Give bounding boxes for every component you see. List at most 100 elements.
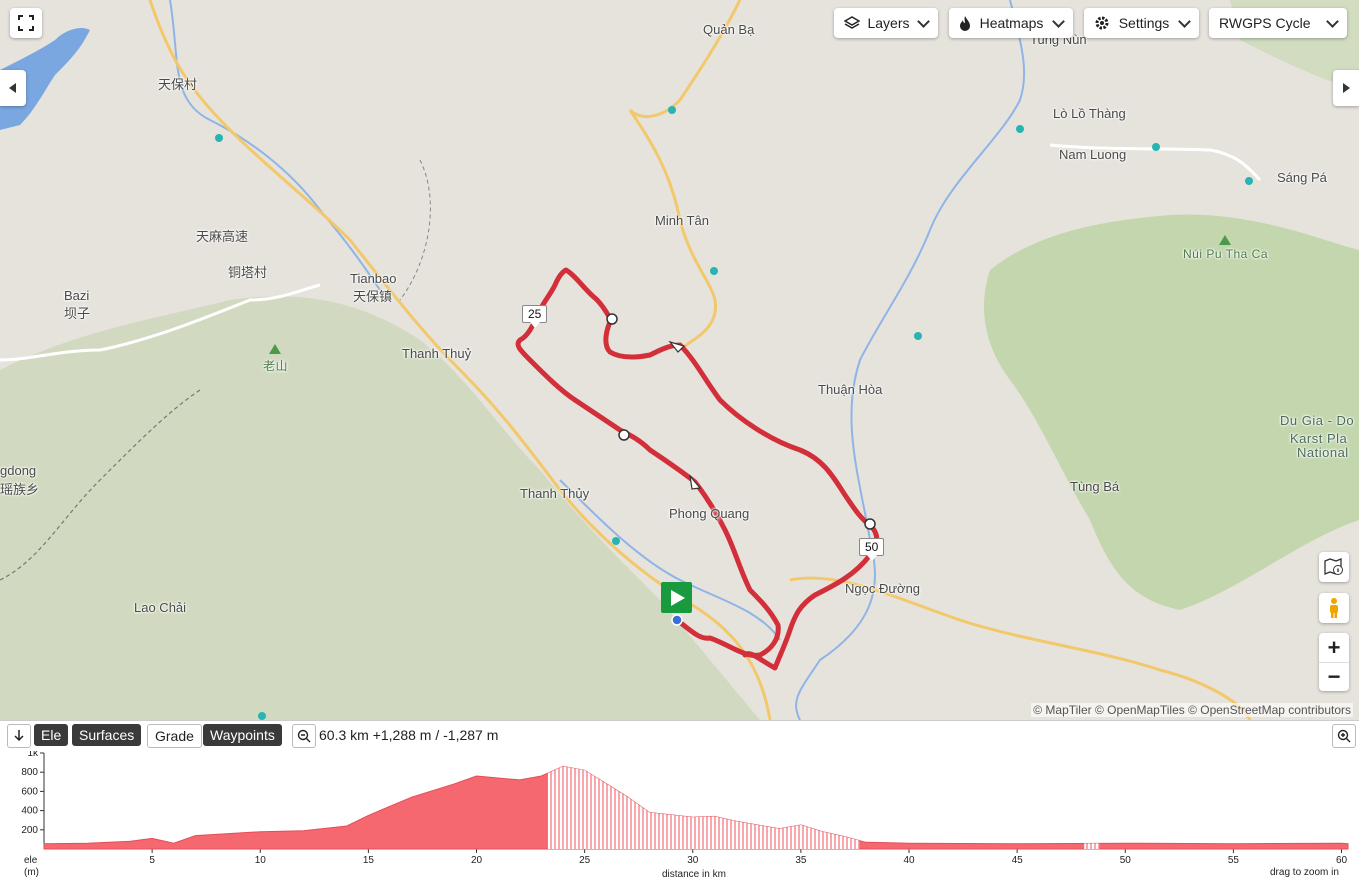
route-marker-50[interactable]: 50: [859, 538, 885, 561]
heatmaps-label: Heatmaps: [979, 15, 1044, 31]
tab-surfaces[interactable]: Surfaces: [72, 724, 142, 746]
x-tick-label: 20: [471, 855, 483, 866]
flame-icon: [960, 16, 970, 31]
map-label: 瑶族乡: [0, 482, 40, 497]
map-label: gdong: [0, 463, 37, 478]
map-attribution[interactable]: © MapTiler © OpenMapTiles © OpenStreetMa…: [1031, 703, 1353, 717]
x-tick-label: 10: [255, 855, 267, 866]
map-label: Minh Tân: [655, 213, 709, 228]
route-point[interactable]: [864, 518, 876, 530]
x-tick-label: 5: [149, 855, 155, 866]
layers-icon: [844, 16, 860, 29]
tab-elevation[interactable]: Ele: [34, 724, 69, 746]
right-panel-toggle[interactable]: [1333, 70, 1359, 106]
map-label: National: [1297, 445, 1349, 460]
zoom-out-icon: [297, 729, 311, 743]
map-label: Nam Luong: [1059, 147, 1127, 162]
fullscreen-icon: [18, 15, 34, 31]
y-tick-label: 800: [21, 767, 38, 778]
zoom-out-profile-button[interactable]: [292, 724, 316, 748]
zoom-in-profile-button[interactable]: [1332, 724, 1356, 748]
map-label: 坝子: [64, 306, 91, 321]
map-label: Thanh Thủy: [520, 486, 590, 501]
poi-dot[interactable]: [1016, 125, 1024, 133]
route-point[interactable]: [618, 429, 630, 441]
map-style-dropdown[interactable]: RWGPS Cycle: [1209, 8, 1347, 38]
route-end-point[interactable]: [671, 614, 683, 626]
map-canvas[interactable]: [0, 0, 1359, 720]
poi-dot[interactable]: [1245, 177, 1253, 185]
collapse-panel-button[interactable]: [7, 724, 31, 748]
fullscreen-button[interactable]: [10, 8, 42, 38]
map-label: Tùng Bá: [1070, 479, 1120, 494]
y-tick-label: 200: [21, 825, 38, 836]
y-axis-label: ele (m): [24, 855, 39, 878]
x-tick-label: 40: [903, 855, 915, 866]
map-label: Lò Lồ Thàng: [1053, 106, 1126, 121]
map-label: Thuận Hòa: [818, 382, 883, 397]
map-label: Sáng Pá: [1277, 170, 1327, 185]
chevron-down-icon: [1052, 14, 1065, 28]
settings-dropdown[interactable]: Settings: [1084, 8, 1199, 38]
tab-waypoints[interactable]: Waypoints: [203, 724, 282, 746]
forest-area-west: [0, 296, 760, 720]
chevron-down-icon: [1178, 14, 1191, 28]
poi-dot[interactable]: [215, 134, 223, 142]
map-label: Lao Chải: [134, 600, 187, 615]
layers-label: Layers: [867, 15, 910, 31]
y-tick-label: 400: [21, 806, 38, 817]
poi-dot[interactable]: [258, 712, 266, 720]
route-point[interactable]: [606, 313, 618, 325]
road-north: [628, 0, 742, 352]
gear-icon: [1095, 16, 1109, 30]
border-line-2: [399, 159, 431, 301]
map-label: 天保镇: [353, 289, 393, 304]
x-tick-label: 35: [795, 855, 807, 866]
route-marker-25[interactable]: 25: [522, 305, 548, 328]
poi-dot[interactable]: [668, 106, 676, 114]
settings-label: Settings: [1118, 15, 1170, 31]
map-label: Tianbao: [350, 271, 397, 286]
zoom-in-icon: [1337, 729, 1351, 743]
zoom-in-button[interactable]: +: [1319, 634, 1349, 663]
map-label: Ngọc Đường: [845, 581, 921, 596]
x-tick-label: 50: [1120, 855, 1132, 866]
unpaved-segment: [547, 766, 860, 849]
chevron-down-icon: [1326, 14, 1339, 28]
street-view-button[interactable]: [1319, 593, 1349, 623]
x-tick-label: 30: [687, 855, 699, 866]
left-panel-toggle[interactable]: [0, 70, 26, 106]
map-label: Thanh Thuỷ: [402, 346, 472, 361]
map-label: Karst Pla: [1290, 431, 1348, 446]
route-stats: 60.3 km +1,288 m / -1,287 m: [319, 727, 499, 743]
elevation-chart[interactable]: 200 400 600 800 1k 5 10 15 20 25 30 35 40 45 50 55 60: [0, 751, 1359, 887]
map-view[interactable]: Quản Bạ Tung Nùn 天保村 Lò Lồ Thàng Nam Luong Sá…: [0, 0, 1359, 720]
x-tick-label: 45: [1012, 855, 1024, 866]
arrow-down-icon: [14, 730, 24, 742]
poi-dot[interactable]: [914, 332, 922, 340]
river-1: [169, 0, 381, 291]
heatmaps-dropdown[interactable]: Heatmaps: [949, 8, 1073, 38]
poi-dot[interactable]: [1152, 143, 1160, 151]
map-style-label: RWGPS Cycle: [1219, 15, 1311, 31]
map-info-button[interactable]: [1319, 552, 1349, 582]
elevation-panel: Ele Surfaces Grade Waypoints 60.3 km +1,…: [0, 720, 1359, 887]
zoom-hint: drag to zoom in: [1270, 867, 1339, 878]
x-tick-label: 60: [1336, 855, 1348, 866]
map-label: 天麻高速: [196, 229, 249, 244]
unpaved-segment: [1084, 766, 1100, 849]
caret-left-icon: [9, 83, 16, 93]
poi-dot[interactable]: [710, 267, 718, 275]
y-tick-label: 1k: [27, 751, 39, 759]
zoom-out-button[interactable]: −: [1319, 663, 1349, 691]
layers-dropdown[interactable]: Layers: [834, 8, 938, 38]
map-label: 天保村: [158, 77, 198, 92]
map-label: 老山: [263, 359, 289, 373]
tab-grade[interactable]: Grade: [147, 724, 202, 748]
poi-dot[interactable]: [612, 537, 620, 545]
map-label: Bazi: [64, 288, 90, 303]
pegman-icon: [1330, 598, 1338, 618]
map-label: 铜塔村: [228, 265, 268, 280]
map-label: Quản Bạ: [703, 22, 755, 37]
caret-right-icon: [1343, 83, 1350, 93]
